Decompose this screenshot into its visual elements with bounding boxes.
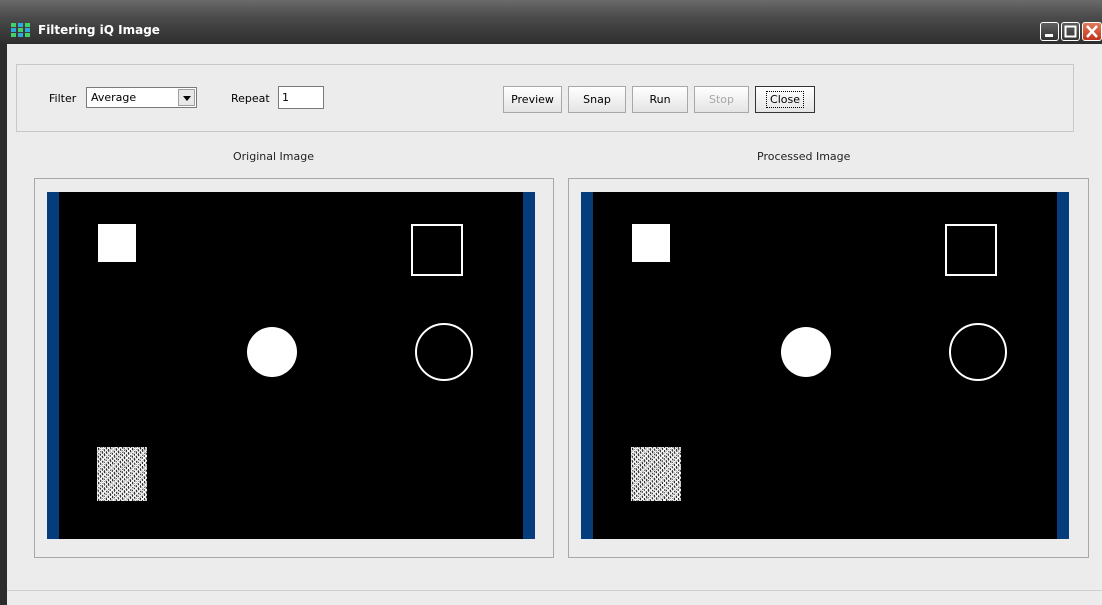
noise-patch (631, 447, 681, 501)
filled-square (98, 224, 136, 262)
maximize-icon (1064, 25, 1077, 38)
stop-button[interactable]: Stop (694, 86, 749, 113)
outlined-square (411, 224, 463, 276)
image-side-bar (581, 192, 593, 539)
filtering-window: Filtering iQ Image Filter Average Repeat… (0, 0, 1102, 605)
processed-image-canvas[interactable] (581, 192, 1069, 539)
original-image-panel (34, 178, 554, 558)
filled-circle (781, 327, 831, 377)
close-icon (1086, 25, 1098, 38)
original-image-canvas[interactable] (47, 192, 535, 539)
app-grid-icon (11, 23, 30, 37)
chevron-down-icon[interactable] (178, 89, 195, 106)
processed-image-caption: Processed Image (757, 150, 851, 163)
preview-button[interactable]: Preview (503, 86, 562, 113)
status-bar (7, 590, 1102, 605)
original-image-caption: Original Image (233, 150, 314, 163)
title-bar[interactable]: Filtering iQ Image (0, 0, 1102, 44)
image-side-bar (523, 192, 535, 539)
window-frame-left (0, 44, 7, 605)
outlined-circle (949, 323, 1007, 381)
filter-select-value: Average (91, 91, 137, 104)
filled-circle (247, 327, 297, 377)
filter-label: Filter (49, 92, 77, 105)
snap-button[interactable]: Snap (568, 86, 626, 113)
outlined-square (945, 224, 997, 276)
minimize-button[interactable] (1040, 22, 1059, 41)
noise-patch (97, 447, 147, 501)
repeat-input[interactable] (278, 86, 324, 109)
run-button[interactable]: Run (632, 86, 688, 113)
window-close-button[interactable] (1082, 22, 1102, 41)
maximize-button[interactable] (1061, 22, 1080, 41)
filled-square (632, 224, 670, 262)
close-button[interactable]: Close (755, 86, 815, 113)
image-side-bar (47, 192, 59, 539)
window-title: Filtering iQ Image (38, 23, 160, 37)
minimize-icon (1045, 34, 1053, 37)
outlined-circle (415, 323, 473, 381)
processed-image-panel (568, 178, 1089, 558)
filter-select[interactable]: Average (86, 87, 197, 108)
close-button-label: Close (766, 91, 804, 108)
image-side-bar (1057, 192, 1069, 539)
repeat-label: Repeat (231, 92, 270, 105)
